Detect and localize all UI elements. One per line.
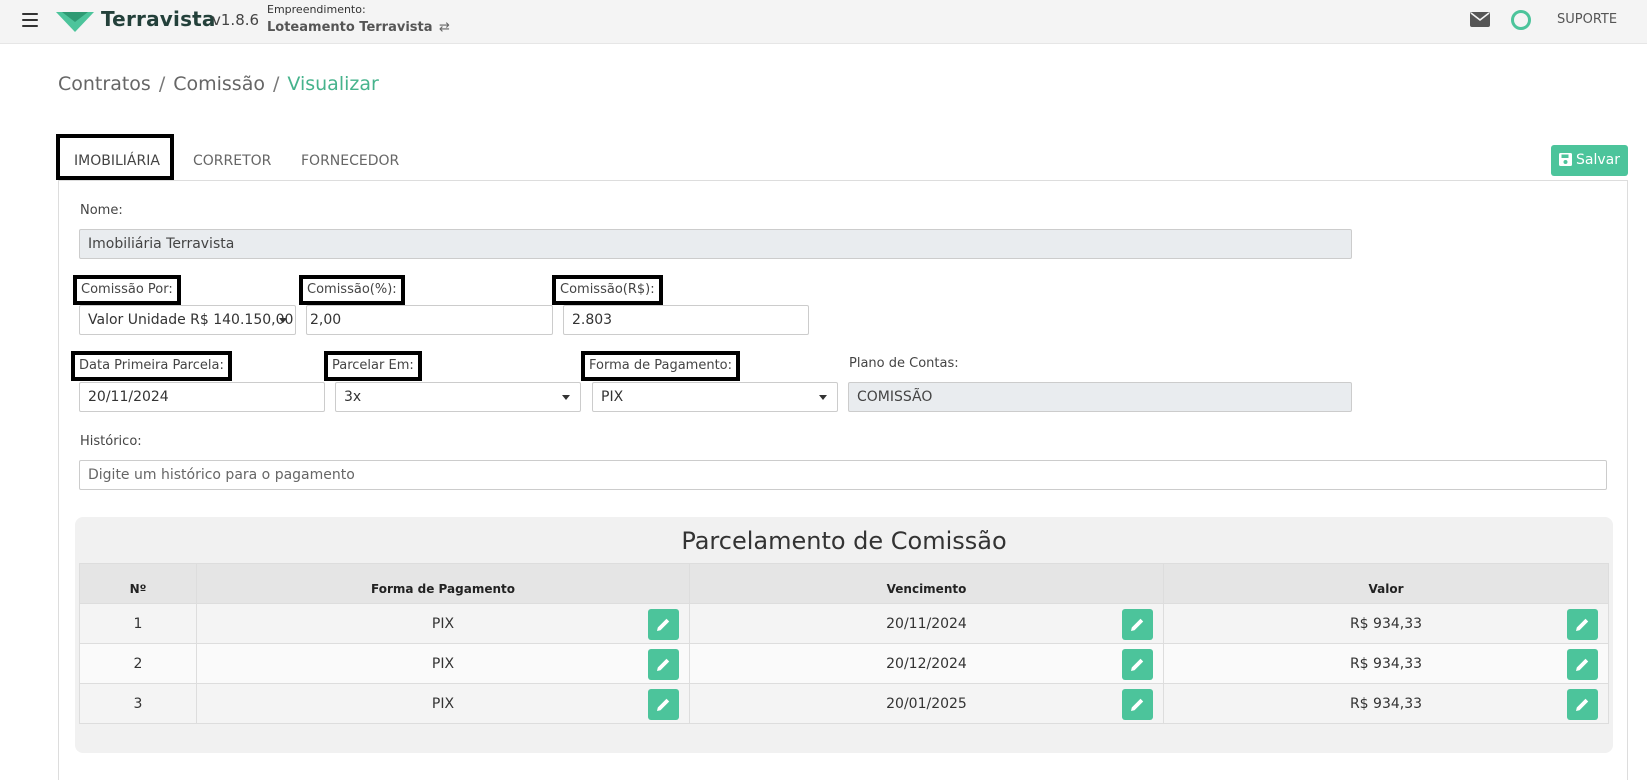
- empreendimento-name: Loteamento Terravista: [267, 20, 433, 35]
- edit-valor-button[interactable]: [1567, 609, 1598, 640]
- parcelamento-title: Parcelamento de Comissão: [681, 527, 1007, 555]
- mail-icon[interactable]: [1470, 12, 1490, 27]
- comissao-pct-field[interactable]: 2,00: [306, 305, 553, 335]
- form-panel: Nome: Imobiliária Terravista Comissão Po…: [58, 180, 1628, 780]
- table-header-row: Nº Forma de Pagamento Vencimento Valor: [79, 563, 1609, 604]
- pencil-icon: [1576, 618, 1589, 631]
- save-icon: [1559, 153, 1572, 166]
- cell-numero: 3: [79, 683, 197, 724]
- comissao-pct-label: Comissão(%):: [299, 275, 405, 305]
- comissao-por-select[interactable]: Valor Unidade R$ 140.150,00: [79, 305, 296, 335]
- nome-field[interactable]: Imobiliária Terravista: [79, 229, 1352, 259]
- edit-forma-button[interactable]: [648, 689, 679, 720]
- app-name: Terravista: [101, 7, 216, 31]
- edit-valor-button[interactable]: [1567, 649, 1598, 680]
- parcelar-em-value: 3x: [344, 389, 362, 405]
- breadcrumb-separator: /: [158, 73, 166, 95]
- parcelar-em-select[interactable]: 3x: [335, 382, 581, 412]
- empreendimento-label: Empreendimento:: [267, 3, 366, 16]
- save-button[interactable]: Salvar: [1551, 145, 1628, 176]
- pencil-icon: [1131, 618, 1144, 631]
- chevron-down-icon: [819, 395, 827, 400]
- top-bar: Terravista v1.8.6 Empreendimento: Loteam…: [0, 0, 1647, 44]
- cell-valor: R$ 934,33: [1163, 643, 1609, 684]
- cell-vencimento-text: 20/11/2024: [886, 615, 967, 632]
- nome-label: Nome:: [80, 203, 123, 218]
- forma-pagamento-value: PIX: [601, 389, 624, 405]
- cell-valor-text: R$ 934,33: [1349, 615, 1423, 632]
- pencil-icon: [657, 618, 670, 631]
- plano-contas-field[interactable]: COMISSÃO: [848, 382, 1352, 412]
- cell-valor-text: R$ 934,33: [1349, 655, 1423, 672]
- save-button-label: Salvar: [1576, 152, 1620, 168]
- cell-numero: 1: [79, 603, 197, 644]
- cell-forma-text: PIX: [431, 615, 455, 632]
- cell-vencimento-text: 20/01/2025: [886, 695, 967, 712]
- cell-valor: R$ 934,33: [1163, 603, 1609, 644]
- comissao-por-value: Valor Unidade R$ 140.150,00: [88, 312, 294, 328]
- parcelar-em-label: Parcelar Em:: [324, 351, 422, 381]
- cell-forma: PIX: [196, 683, 690, 724]
- cell-forma: PIX: [196, 603, 690, 644]
- column-header-forma: Forma de Pagamento: [196, 563, 690, 604]
- data-primeira-parcela-label: Data Primeira Parcela:: [71, 351, 232, 381]
- cell-valor-text: R$ 934,33: [1349, 695, 1423, 712]
- data-primeira-parcela-field[interactable]: 20/11/2024: [79, 382, 325, 412]
- pencil-icon: [657, 698, 670, 711]
- breadcrumb-comissao[interactable]: Comissão: [173, 73, 265, 95]
- tab-imobiliaria[interactable]: IMOBILIÁRIA: [56, 134, 174, 180]
- forma-pagamento-select[interactable]: PIX: [592, 382, 838, 412]
- forma-pagamento-label: Forma de Pagamento:: [581, 351, 740, 381]
- table-row: 3 PIX 20/01/2025 R$ 934,33: [79, 683, 1609, 724]
- support-link[interactable]: SUPORTE: [1557, 12, 1617, 27]
- chevron-down-icon: [562, 395, 570, 400]
- cell-vencimento: 20/12/2024: [689, 643, 1164, 684]
- table-row: 1 PIX 20/11/2024 R$ 934,33: [79, 603, 1609, 644]
- swap-icon[interactable]: ⇄: [439, 20, 450, 35]
- cell-vencimento: 20/01/2025: [689, 683, 1164, 724]
- edit-vencimento-button[interactable]: [1122, 649, 1153, 680]
- cell-valor: R$ 934,33: [1163, 683, 1609, 724]
- pencil-icon: [1131, 698, 1144, 711]
- parcelamento-table: Nº Forma de Pagamento Vencimento Valor 1…: [79, 563, 1609, 724]
- edit-vencimento-button[interactable]: [1122, 689, 1153, 720]
- table-row: 2 PIX 20/12/2024 R$ 934,33: [79, 643, 1609, 684]
- cell-forma-text: PIX: [431, 655, 455, 672]
- cell-vencimento: 20/11/2024: [689, 603, 1164, 644]
- app-version: v1.8.6: [212, 11, 260, 29]
- historico-label: Histórico:: [80, 434, 142, 449]
- edit-vencimento-button[interactable]: [1122, 609, 1153, 640]
- historico-field[interactable]: Digite um histórico para o pagamento: [79, 460, 1607, 490]
- pencil-icon: [1576, 698, 1589, 711]
- edit-valor-button[interactable]: [1567, 689, 1598, 720]
- comissao-rs-field[interactable]: 2.803: [563, 305, 809, 335]
- cell-forma-text: PIX: [431, 695, 455, 712]
- breadcrumb: Contratos / Comissão / Visualizar: [58, 73, 379, 95]
- tab-corretor[interactable]: CORRETOR: [193, 134, 271, 180]
- column-header-numero: Nº: [79, 563, 197, 604]
- cell-vencimento-text: 20/12/2024: [886, 655, 967, 672]
- comissao-rs-label: Comissão(R$):: [552, 275, 663, 305]
- parcelamento-card: Parcelamento de Comissão Nº Forma de Pag…: [75, 517, 1613, 753]
- breadcrumb-current: Visualizar: [287, 73, 379, 95]
- column-header-vencimento: Vencimento: [689, 563, 1164, 604]
- empreendimento-selector[interactable]: Loteamento Terravista ⇄: [267, 20, 450, 35]
- pencil-icon: [1131, 658, 1144, 671]
- pencil-icon: [657, 658, 670, 671]
- status-circle-icon[interactable]: [1511, 10, 1531, 30]
- cell-numero: 2: [79, 643, 197, 684]
- breadcrumb-contratos[interactable]: Contratos: [58, 73, 151, 95]
- tab-fornecedor[interactable]: FORNECEDOR: [301, 134, 399, 180]
- edit-forma-button[interactable]: [648, 649, 679, 680]
- edit-forma-button[interactable]: [648, 609, 679, 640]
- column-header-valor: Valor: [1163, 563, 1609, 604]
- chevron-down-icon: [279, 318, 287, 323]
- comissao-por-label: Comissão Por:: [73, 275, 181, 305]
- menu-icon[interactable]: [22, 13, 38, 27]
- plano-contas-label: Plano de Contas:: [849, 356, 959, 371]
- terravista-logo-icon: [56, 12, 94, 32]
- cell-forma: PIX: [196, 643, 690, 684]
- breadcrumb-separator: /: [272, 73, 280, 95]
- pencil-icon: [1576, 658, 1589, 671]
